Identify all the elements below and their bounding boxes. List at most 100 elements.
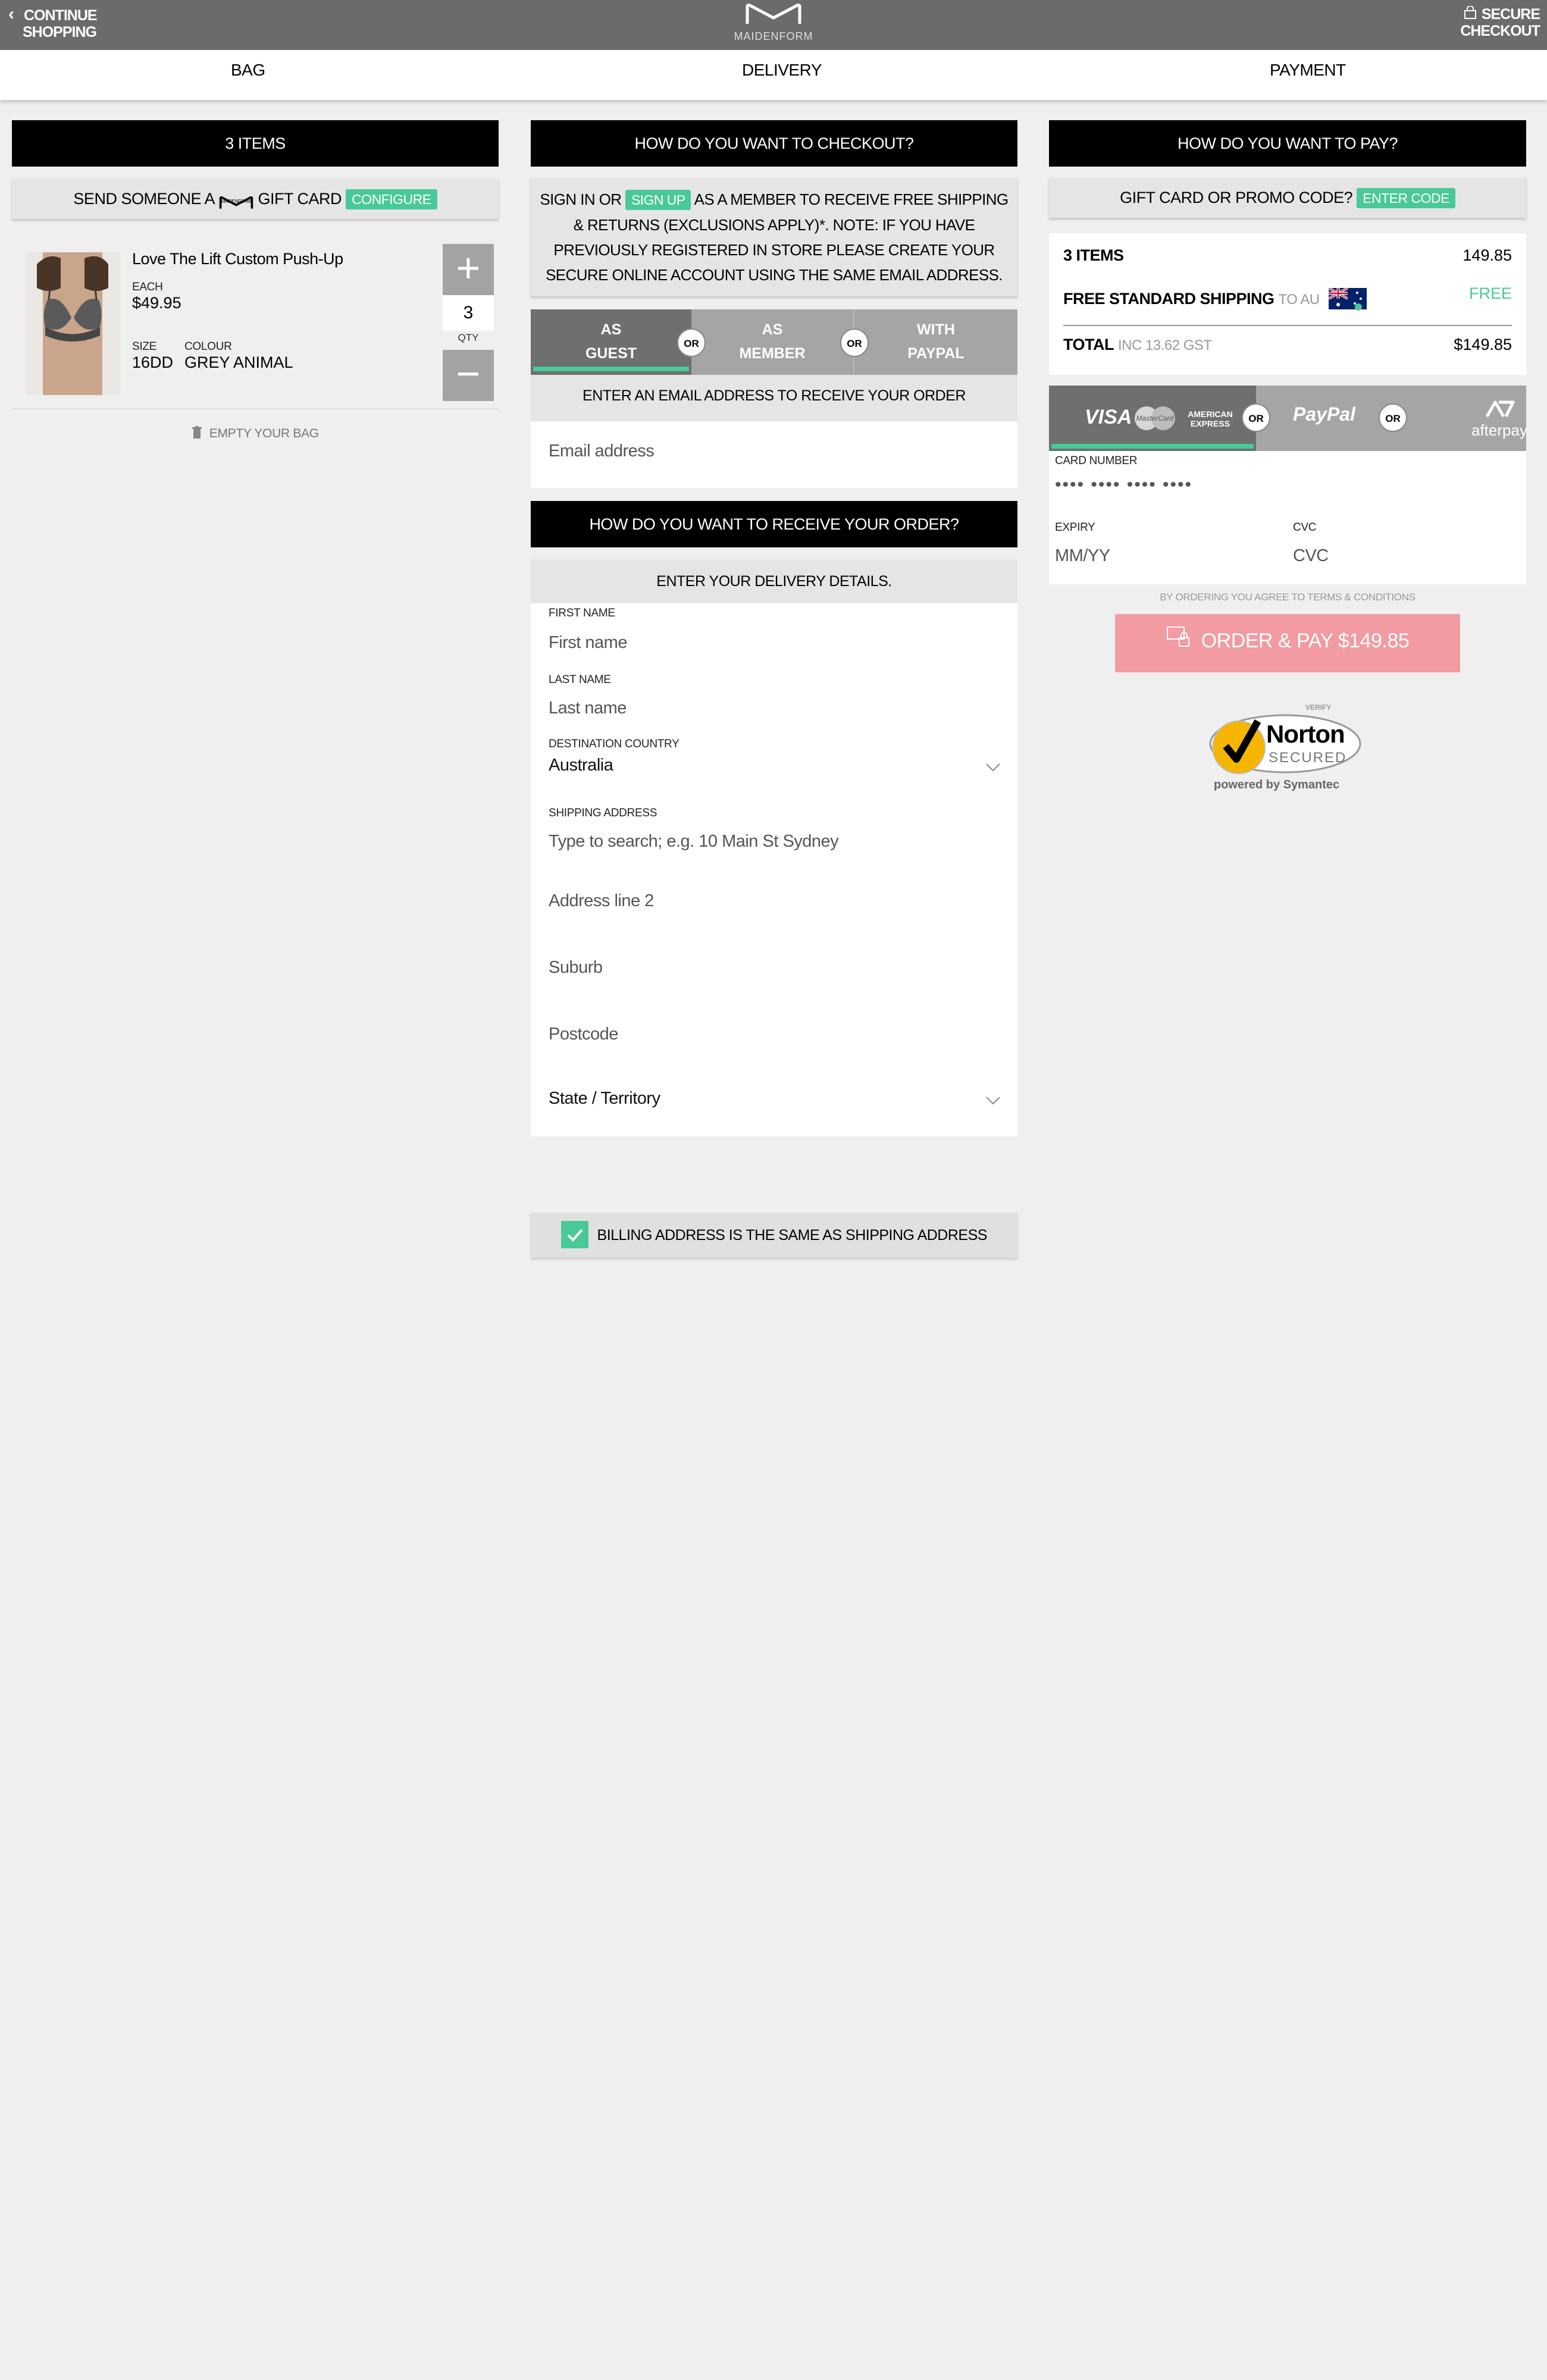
payment-method-tabs: VISA MasterCard AMERICAN EXPRESS PayPal …: [1049, 386, 1527, 451]
total-value: $149.85: [1454, 336, 1512, 353]
step-bag[interactable]: BAG: [231, 61, 265, 80]
afterpay-text: afterpay: [1471, 421, 1527, 439]
tab-as-guest[interactable]: AS GUEST: [531, 309, 691, 375]
checkbox-checked-icon: [561, 1221, 589, 1249]
amex-logo: AMERICAN EXPRESS: [1182, 409, 1238, 428]
secure-card-icon: [1166, 627, 1189, 647]
colour-label: COLOUR: [184, 340, 232, 353]
norton-name: Norton: [1266, 720, 1345, 748]
visa-logo: VISA: [1085, 406, 1132, 428]
continue-shopping-link[interactable]: ‹ CONTINUE SHOPPING: [8, 4, 145, 44]
tab-member-line-1: AS: [762, 321, 783, 338]
summary-divider: [1063, 325, 1512, 326]
last-name-input[interactable]: Last name: [549, 699, 1001, 718]
shipping-address-input[interactable]: Type to search; e.g. 10 Main St Sydney: [549, 832, 1001, 851]
product-title[interactable]: Love The Lift Custom Push-Up: [132, 250, 343, 268]
qty-value[interactable]: 3: [443, 295, 494, 331]
active-tab-indicator: [533, 367, 689, 371]
step-delivery[interactable]: DELIVERY: [742, 61, 822, 80]
country-value: Australia: [549, 756, 613, 775]
or-badge: OR: [1379, 403, 1407, 432]
expiry-label: EXPIRY: [1055, 521, 1095, 534]
postcode-input[interactable]: Postcode: [549, 1025, 1001, 1044]
active-tab-indicator: [1051, 444, 1254, 449]
email-field[interactable]: Email address: [531, 421, 1017, 488]
payment-heading: HOW DO YOU WANT TO PAY?: [1049, 120, 1526, 167]
bag-item: Love The Lift Custom Push-Up EACH $49.95…: [12, 237, 499, 409]
norton-secured-badge[interactable]: VERIFY Norton SECURED powered by Symante…: [1207, 702, 1367, 797]
order-and-pay-label: ORDER & PAY $149.85: [1201, 630, 1410, 652]
chevron-down-icon: [986, 763, 1000, 772]
maidenform-logo[interactable]: MAIDENFORM: [726, 2, 821, 48]
tab-guest-line-1: AS: [600, 321, 622, 338]
step-payment[interactable]: PAYMENT: [1270, 61, 1346, 80]
tab-paypal-line-1: WITH: [917, 321, 955, 338]
card-number-label: CARD NUMBER: [1055, 455, 1138, 467]
tab-card[interactable]: VISA MasterCard AMERICAN EXPRESS: [1049, 386, 1256, 451]
size-label: SIZE: [132, 340, 157, 353]
tab-afterpay[interactable]: afterpay: [1393, 386, 1527, 451]
product-photo-bra: [25, 252, 120, 395]
card-number-input[interactable]: •••• •••• •••• ••••: [1055, 475, 1519, 495]
tab-as-member[interactable]: AS MEMBER: [691, 309, 854, 375]
checkout-heading: HOW DO YOU WANT TO CHECKOUT?: [531, 120, 1017, 167]
gift-logo: MAIDENFORM: [218, 184, 254, 209]
norton-powered: powered by Symantec: [1214, 778, 1340, 791]
logo-word: MAIDENFORM: [734, 30, 813, 42]
shipping-to: TO AU: [1278, 292, 1320, 308]
tab-paypal-line-2: PAYPAL: [907, 345, 964, 362]
secure-checkout-label: SECURE CHECKOUT: [1445, 6, 1540, 44]
first-name-input[interactable]: First name: [549, 633, 1001, 653]
or-badge: OR: [677, 328, 706, 357]
product-size: 16DD: [132, 353, 174, 371]
sign-in-link[interactable]: SIGN IN OR: [540, 190, 622, 208]
total-row: TOTAL INC 13.62 GST: [1063, 336, 1212, 354]
increase-qty-button[interactable]: +: [443, 244, 494, 295]
shipping-value: FREE: [1468, 284, 1512, 302]
cvc-label: CVC: [1293, 521, 1317, 534]
trash-icon: [192, 426, 202, 439]
shipping-row: FREE STANDARD SHIPPING TO AU: [1063, 287, 1367, 312]
email-placeholder: Email address: [549, 441, 654, 461]
expiry-input[interactable]: MM/YY: [1055, 546, 1269, 566]
tab-member-line-2: MEMBER: [739, 345, 806, 362]
tab-paypal[interactable]: PayPal: [1257, 386, 1392, 451]
cvc-input[interactable]: CVC: [1293, 546, 1507, 566]
shipping-label: FREE STANDARD SHIPPING: [1063, 290, 1274, 308]
chevron-down-icon: [986, 1097, 1000, 1105]
empty-bag-link[interactable]: EMPTY YOUR BAG: [12, 426, 499, 441]
secure-line-1: SECURE: [1481, 6, 1540, 23]
decrease-qty-button[interactable]: −: [443, 350, 494, 401]
first-name-label: FIRST NAME: [549, 607, 615, 619]
country-label: DESTINATION COUNTRY: [549, 738, 679, 750]
configure-button[interactable]: CONFIGURE: [346, 189, 437, 209]
receive-order-heading: HOW DO YOU WANT TO RECEIVE YOUR ORDER?: [531, 501, 1017, 547]
tab-guest-line-2: GUEST: [585, 345, 637, 362]
lock-icon: [1464, 6, 1476, 19]
tab-with-paypal[interactable]: WITH PAYPAL: [854, 309, 1017, 375]
secure-line-2: CHECKOUT: [1460, 23, 1540, 39]
chevron-left-icon: ‹: [8, 4, 14, 24]
billing-same-checkbox[interactable]: BILLING ADDRESS IS THE SAME AS SHIPPING …: [531, 1213, 1017, 1258]
checkout-steps: BAG DELIVERY PAYMENT: [0, 50, 1547, 100]
product-image[interactable]: [25, 252, 120, 395]
state-select[interactable]: State / Territory: [549, 1089, 1001, 1113]
checkout-method-tabs: AS GUEST AS MEMBER WITH PAYPAL OR OR: [531, 309, 1017, 375]
terms-notice[interactable]: BY ORDERING YOU AGREE TO TERMS & CONDITI…: [1049, 591, 1526, 603]
suburb-input[interactable]: Suburb: [549, 958, 1001, 978]
bag-divider: [12, 408, 499, 409]
paypal-logo: PayPal: [1293, 403, 1355, 425]
check-icon: [567, 1229, 583, 1242]
enter-code-button[interactable]: ENTER CODE: [1357, 188, 1455, 208]
continue-line-1: CONTINUE: [24, 7, 98, 24]
or-badge: OR: [1242, 403, 1270, 432]
last-name-label: LAST NAME: [549, 674, 611, 686]
country-select[interactable]: Australia: [549, 756, 1001, 779]
amex-line-2: EXPRESS: [1190, 419, 1230, 428]
top-bar: ‹ CONTINUE SHOPPING MAIDENFORM SECURE CH…: [0, 0, 1547, 50]
address-line-2-input[interactable]: Address line 2: [549, 891, 1001, 911]
shipping-address-label: SHIPPING ADDRESS: [549, 807, 657, 819]
gift-suffix: GIFT CARD: [258, 190, 342, 208]
sign-up-button[interactable]: SIGN UP: [625, 190, 691, 210]
order-and-pay-button[interactable]: ORDER & PAY $149.85: [1115, 614, 1460, 672]
